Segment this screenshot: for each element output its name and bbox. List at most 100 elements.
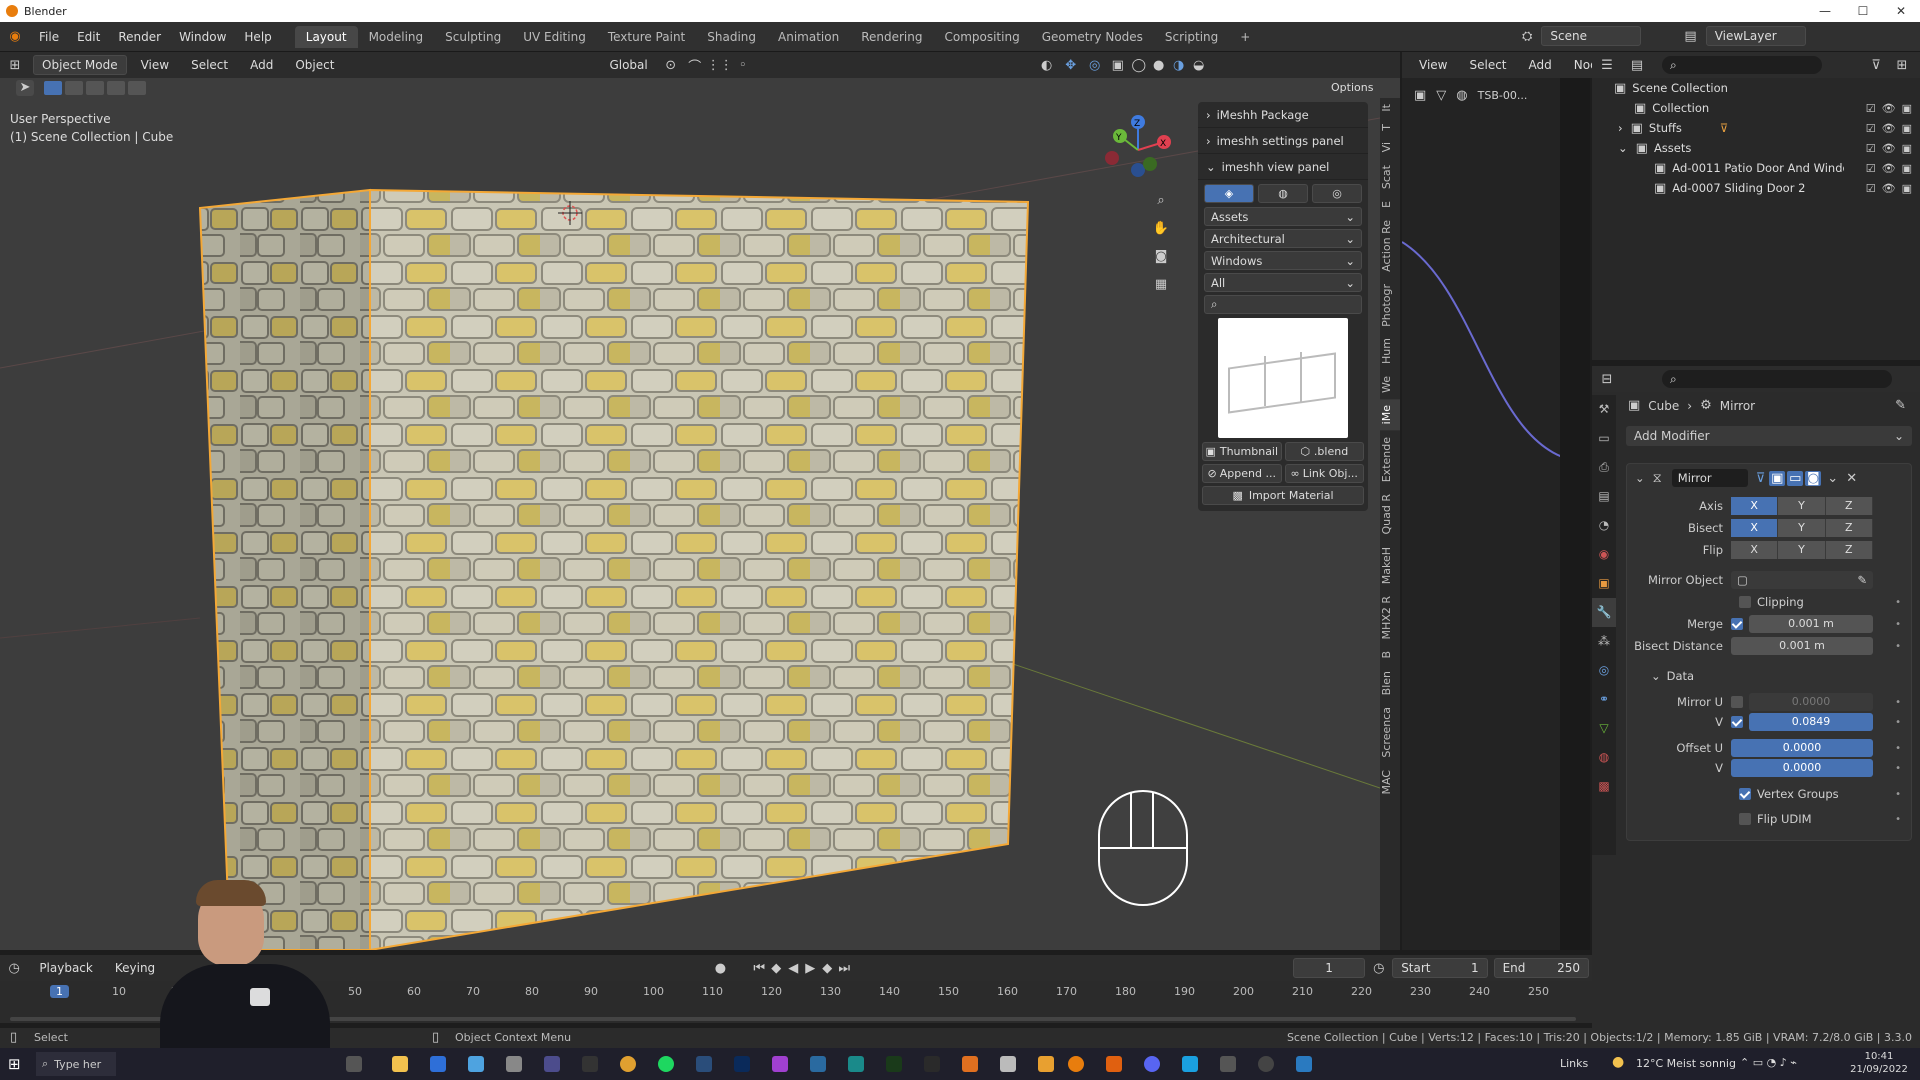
node-menu-view[interactable]: View xyxy=(1411,56,1455,74)
append-button[interactable]: ⊘ Append ... xyxy=(1202,464,1282,483)
edit-cage-icon[interactable]: ⊽ xyxy=(1756,471,1766,486)
import-material-button[interactable]: ▩ Import Material xyxy=(1202,486,1364,505)
select-tool-icon[interactable]: ➤ xyxy=(16,80,34,96)
clipping-row[interactable]: Clipping • xyxy=(1627,592,1913,612)
outliner-row-stuffs[interactable]: › ▣ Stuffs ⊽ ☑ 👁 ▣ xyxy=(1592,118,1920,138)
imeshh-settings-header[interactable]: › imeshh settings panel xyxy=(1198,128,1368,154)
axis-x-toggle[interactable]: X xyxy=(1731,497,1779,515)
sidebar-tab-quad-remesh[interactable]: Quad R xyxy=(1380,488,1400,541)
file-explorer-icon[interactable] xyxy=(392,1056,408,1072)
select-mode-intersect-icon[interactable] xyxy=(128,81,146,95)
app-icon[interactable] xyxy=(1182,1056,1198,1072)
pin-icon[interactable]: ✎ xyxy=(1895,398,1906,413)
particles-tab-icon[interactable]: ⁂ xyxy=(1592,627,1616,656)
view-layer-tab-icon[interactable]: ▤ xyxy=(1592,482,1616,511)
clock-date[interactable]: 21/09/2022 xyxy=(1848,1064,1910,1075)
offset-v-field[interactable]: 0.0000 xyxy=(1731,759,1873,777)
gizmo-icon[interactable]: ✥ xyxy=(1059,58,1083,73)
new-collection-icon[interactable]: ⊞ xyxy=(1890,58,1914,73)
sidebar-tab-view[interactable]: Vi xyxy=(1380,136,1400,158)
camera-view-icon[interactable]: ◙ xyxy=(1150,246,1172,268)
object-tab-icon[interactable]: ▣ xyxy=(1592,569,1616,598)
sidebar-tab-we[interactable]: We xyxy=(1380,370,1400,399)
node-editor[interactable]: View Select Add Node ▣ ▽ ◍ TSB-00... xyxy=(1402,52,1599,950)
store-icon[interactable] xyxy=(430,1056,446,1072)
dropdown-icon[interactable]: ⌄ xyxy=(1827,471,1838,486)
realtime-icon[interactable]: ▭ xyxy=(1787,470,1804,486)
menu-file[interactable]: File xyxy=(39,30,59,44)
outliner-row-asset[interactable]: ▣ Ad-0011 Patio Door And Window.I ☑👁▣ xyxy=(1592,158,1920,178)
overlay-icon[interactable]: ◎ xyxy=(1083,58,1107,73)
tab-texture-paint[interactable]: Texture Paint xyxy=(597,26,696,48)
world-tab-icon[interactable]: ◉ xyxy=(1592,540,1616,569)
modifier-tab-icon[interactable]: 🔧 xyxy=(1592,598,1616,627)
tab-modeling[interactable]: Modeling xyxy=(358,26,435,48)
zoom-icon[interactable]: ⌕ xyxy=(1150,190,1172,212)
app-icon[interactable] xyxy=(924,1056,940,1072)
asset-thumbnail[interactable] xyxy=(1218,318,1348,438)
flip-udim-row[interactable]: Flip UDIM • xyxy=(1627,809,1913,829)
tool-tab-icon[interactable]: ⚒ xyxy=(1592,395,1616,424)
app-icon[interactable] xyxy=(848,1056,864,1072)
tab-geometry-nodes[interactable]: Geometry Nodes xyxy=(1031,26,1154,48)
sidebar-tab-item[interactable]: It xyxy=(1380,98,1400,118)
app-icon[interactable] xyxy=(696,1056,712,1072)
flip-udim-checkbox[interactable] xyxy=(1739,813,1751,825)
visibility-icon[interactable]: ◐ xyxy=(1035,58,1059,73)
photoshop-icon[interactable] xyxy=(734,1056,750,1072)
transform-orientation[interactable]: Global xyxy=(601,56,655,74)
sidebar-tab-makehuman[interactable]: MakeH xyxy=(1380,541,1400,590)
menu-edit[interactable]: Edit xyxy=(77,30,100,44)
add-modifier-dropdown[interactable]: Add Modifier ⌄ xyxy=(1626,426,1912,446)
editor-type-icon[interactable]: ⊞ xyxy=(0,58,30,73)
open-blend-button[interactable]: ⬡ .blend xyxy=(1284,442,1364,461)
shading-solid-icon[interactable]: ● xyxy=(1149,58,1169,73)
imeshh-category-dropdown[interactable]: Assets ⌄ xyxy=(1204,207,1362,226)
texture-tab-icon[interactable]: ▩ xyxy=(1592,772,1616,801)
imeshh-filter-dropdown[interactable]: All ⌄ xyxy=(1204,273,1362,292)
play-reverse-icon[interactable]: ◀ xyxy=(785,961,802,976)
viewport-menu-select[interactable]: Select xyxy=(183,56,236,74)
imeshh-subcategory-dropdown[interactable]: Architectural ⌄ xyxy=(1204,229,1362,248)
axis-y-toggle[interactable]: Y xyxy=(1778,497,1826,515)
link-object-button[interactable]: ∞ Link Obj... xyxy=(1284,464,1364,483)
app-icon[interactable] xyxy=(962,1056,978,1072)
pan-hand-icon[interactable]: ✋ xyxy=(1150,218,1172,240)
close-button[interactable]: ✕ xyxy=(1882,0,1920,22)
jump-end-icon[interactable]: ⏭ xyxy=(836,961,853,976)
flip-z-toggle[interactable]: Z xyxy=(1825,541,1873,559)
menu-help[interactable]: Help xyxy=(244,30,271,44)
blender-taskbar-icon[interactable] xyxy=(1068,1056,1084,1072)
offset-u-field[interactable]: 0.0000 xyxy=(1731,739,1873,757)
ortho-grid-icon[interactable]: ▦ xyxy=(1150,274,1172,296)
snap-icon[interactable]: ⌒ xyxy=(683,56,707,75)
sidebar-tab-extended[interactable]: Extende xyxy=(1380,431,1400,488)
timeline-editor-type-icon[interactable]: ◷ xyxy=(0,961,28,976)
mode-selector[interactable]: Object Mode xyxy=(33,55,127,75)
outliner-row-collection[interactable]: ▣ Collection ☑ 👁 ▣ xyxy=(1592,98,1920,118)
menu-window[interactable]: Window xyxy=(179,30,226,44)
vertex-groups-row[interactable]: Vertex Groups • xyxy=(1627,784,1913,804)
sidebar-tab-b[interactable]: B xyxy=(1380,645,1400,665)
bisect-x-toggle[interactable]: X xyxy=(1731,519,1779,537)
navigation-gizmo[interactable]: Z X Y xyxy=(1098,108,1178,188)
properties-search-input[interactable]: ⌕ xyxy=(1662,370,1892,388)
bisect-distance-field[interactable]: 0.001 m xyxy=(1731,637,1873,655)
constraints-tab-icon[interactable]: ⚭ xyxy=(1592,685,1616,714)
mirror-object-field[interactable]: ▢ ✎ xyxy=(1731,571,1873,589)
outliner-search-input[interactable]: ⌕ xyxy=(1662,56,1822,74)
end-frame-field[interactable]: End 250 xyxy=(1493,958,1589,978)
app-icon[interactable] xyxy=(506,1056,522,1072)
edit-mode-icon[interactable]: ▣ xyxy=(1769,470,1786,486)
current-frame-field[interactable]: 1 xyxy=(1292,958,1366,978)
data-subpanel-header[interactable]: ⌄ Data xyxy=(1627,666,1913,686)
menu-render[interactable]: Render xyxy=(118,30,161,44)
merge-checkbox[interactable] xyxy=(1731,618,1743,630)
select-mode-subtract-icon[interactable] xyxy=(86,81,104,95)
playback-menu[interactable]: Playback xyxy=(31,959,101,977)
windows-start-icon[interactable]: ⊞ xyxy=(8,1055,21,1073)
pivot-icon[interactable]: ⊙ xyxy=(659,58,683,73)
physics-tab-icon[interactable]: ◎ xyxy=(1592,656,1616,685)
clipping-checkbox[interactable] xyxy=(1739,596,1751,608)
auto-keying-icon[interactable]: ● xyxy=(710,961,731,976)
